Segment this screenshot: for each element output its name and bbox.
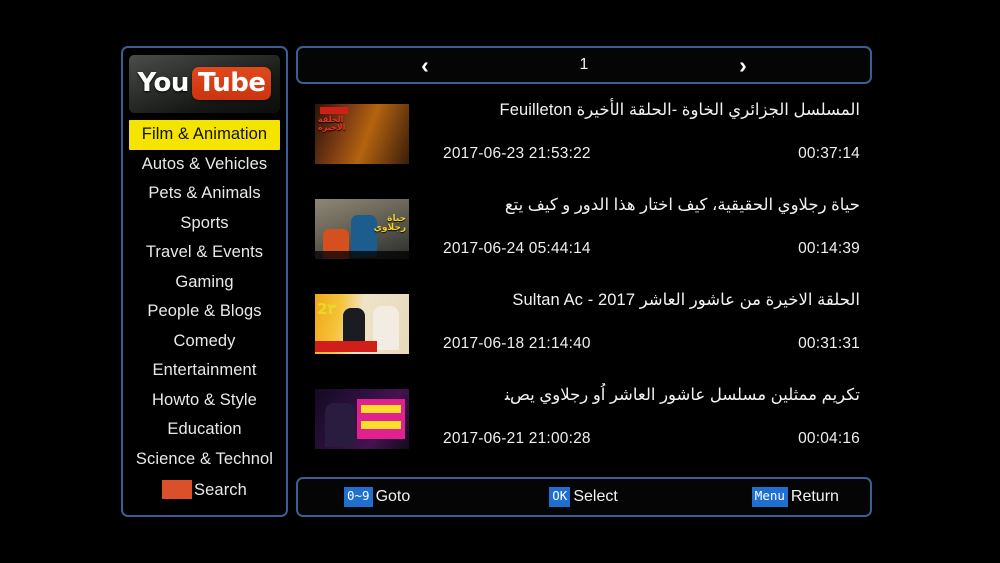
- video-date: 2017-06-23 21:53:22: [443, 144, 591, 162]
- menu-key-badge: Menu: [751, 487, 788, 507]
- action-return-label: Return: [790, 488, 839, 505]
- search-icon: [162, 480, 193, 500]
- sidebar-item-howto-and-style[interactable]: Howto & Style: [129, 386, 280, 416]
- video-date: 2017-06-21 21:00:28: [443, 429, 591, 447]
- video-info: حياة رجلاوي الحقيقية، كيف اختار هذا الدو…: [429, 193, 860, 258]
- pagination-bar: ‹ 1 ›: [296, 46, 872, 84]
- chevron-right-icon[interactable]: ›: [698, 53, 788, 77]
- action-hint-bar: 0~9 Goto OK Select Menu Return: [296, 477, 872, 517]
- sidebar-item-pets-and-animals[interactable]: Pets & Animals: [129, 179, 280, 209]
- video-duration: 00:14:39: [798, 239, 860, 257]
- sidebar-item-education[interactable]: Education: [129, 415, 280, 445]
- video-list-item[interactable]: حياة رجلاوي حياة رجلاوي الحقيقية، كيف اخ…: [296, 187, 872, 282]
- action-return[interactable]: Menu Return: [751, 487, 839, 507]
- video-thumbnail: 2٣: [315, 294, 409, 354]
- sidebar-item-people-and-blogs[interactable]: People & Blogs: [129, 297, 280, 327]
- numeric-key-badge: 0~9: [344, 487, 373, 507]
- action-goto-label: Goto: [375, 488, 411, 505]
- sidebar-item-sports[interactable]: Sports: [129, 209, 280, 239]
- sidebar-item-search-label: Search: [194, 480, 247, 499]
- category-menu: Film & Animation Autos & Vehicles Pets &…: [129, 120, 280, 509]
- ok-key-badge: OK: [549, 487, 571, 507]
- video-duration: 00:04:16: [798, 429, 860, 447]
- youtube-logo-tube-text: Tube: [197, 67, 266, 98]
- video-meta: 2017-06-23 21:53:22 00:37:14: [429, 145, 860, 163]
- sidebar-item-search[interactable]: Search: [129, 475, 280, 505]
- sidebar-item-autos-and-vehicles[interactable]: Autos & Vehicles: [129, 150, 280, 180]
- video-meta: 2017-06-24 05:44:14 00:14:39: [429, 240, 860, 258]
- video-thumbnail-overlay-text: حياة رجلاوي: [373, 214, 406, 234]
- video-date: 2017-06-18 21:14:40: [443, 334, 591, 352]
- action-goto[interactable]: 0~9 Goto: [344, 487, 410, 507]
- youtube-browser-screen: You Tube Film & Animation Autos & Vehicl…: [0, 0, 1000, 563]
- video-info: المسلسل الجزائري الخاوة -الحلقة الأخيرة …: [429, 98, 860, 163]
- chevron-left-icon[interactable]: ‹: [380, 53, 470, 77]
- sidebar-item-travel-and-events[interactable]: Travel & Events: [129, 238, 280, 268]
- video-list-item[interactable]: تكريم ممثلين مسلسل عاشور العاشر اُو رجلا…: [296, 377, 872, 472]
- video-title: تكريم ممثلين مسلسل عاشور العاشر اُو رجلا…: [504, 386, 860, 404]
- video-duration: 00:31:31: [798, 334, 860, 352]
- video-info: الحلقة الاخيرة من عاشور العاشر Sultan Ac…: [429, 288, 860, 353]
- video-thumbnail-overlay-text: الحلقة الاخيرة: [318, 115, 346, 133]
- video-title: الحلقة الاخيرة من عاشور العاشر Sultan Ac…: [512, 291, 860, 309]
- video-thumbnail: [315, 389, 409, 449]
- sidebar-item-comedy[interactable]: Comedy: [129, 327, 280, 357]
- video-list-item[interactable]: الحلقة الاخيرة المسلسل الجزائري الخاوة -…: [296, 92, 872, 187]
- youtube-logo: You Tube: [129, 55, 280, 113]
- sidebar-item-gaming[interactable]: Gaming: [129, 268, 280, 298]
- sidebar-item-film-and-animation[interactable]: Film & Animation: [129, 120, 280, 150]
- video-duration: 00:37:14: [798, 144, 860, 162]
- video-info: تكريم ممثلين مسلسل عاشور العاشر اُو رجلا…: [429, 383, 860, 448]
- category-sidebar: You Tube Film & Animation Autos & Vehicl…: [121, 46, 288, 517]
- video-thumbnail: حياة رجلاوي: [315, 199, 409, 259]
- sidebar-item-entertainment[interactable]: Entertainment: [129, 356, 280, 386]
- video-title: المسلسل الجزائري الخاوة -الحلقة الأخيرة …: [499, 101, 860, 119]
- video-thumbnail: الحلقة الاخيرة: [315, 104, 409, 164]
- youtube-logo-mark: You Tube: [137, 66, 272, 100]
- youtube-logo-tube-badge: Tube: [191, 66, 272, 100]
- video-meta: 2017-06-18 21:14:40 00:31:31: [429, 335, 860, 353]
- youtube-logo-you-text: You: [137, 68, 190, 98]
- video-list: الحلقة الاخيرة المسلسل الجزائري الخاوة -…: [296, 92, 872, 472]
- sidebar-item-science-and-technology[interactable]: Science & Technol: [129, 445, 280, 475]
- video-date: 2017-06-24 05:44:14: [443, 239, 591, 257]
- video-meta: 2017-06-21 21:00:28 00:04:16: [429, 430, 860, 448]
- video-thumbnail-overlay-text: 2٣: [317, 300, 337, 318]
- video-list-item[interactable]: 2٣ الحلقة الاخيرة من عاشور العاشر Sultan…: [296, 282, 872, 377]
- action-select[interactable]: OK Select: [549, 487, 618, 507]
- action-select-label: Select: [573, 488, 618, 505]
- page-number: 1: [579, 56, 589, 73]
- video-title: حياة رجلاوي الحقيقية، كيف اختار هذا الدو…: [504, 196, 860, 214]
